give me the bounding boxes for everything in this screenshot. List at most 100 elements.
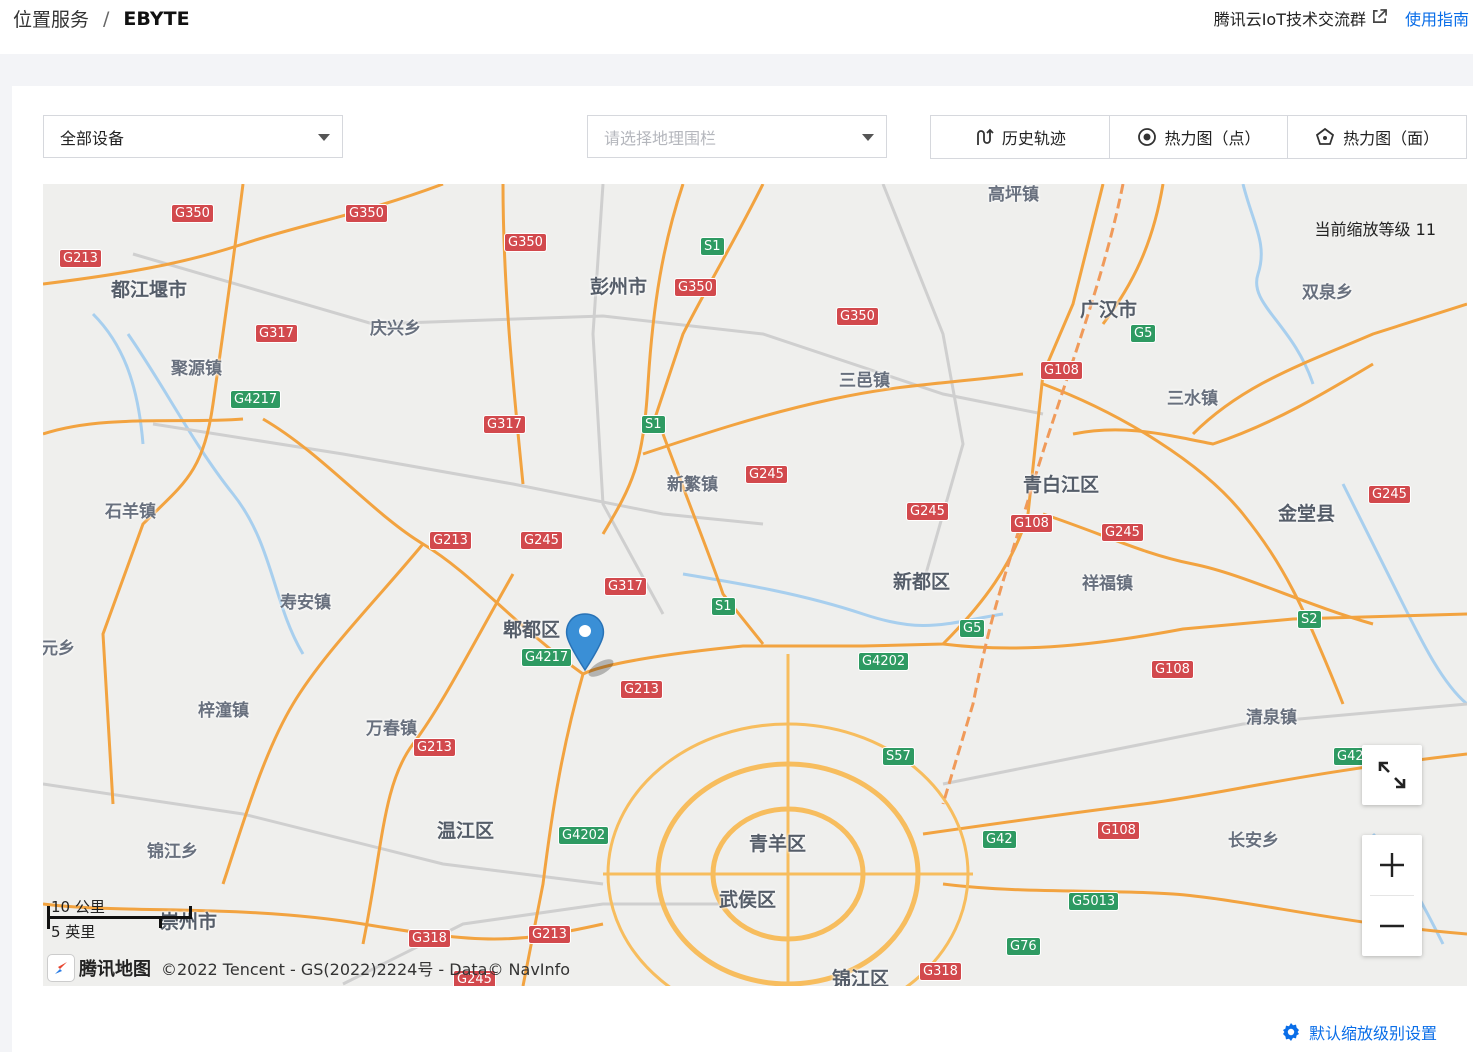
road-shield: G317 xyxy=(604,577,647,596)
map-place-label: 锦江乡 xyxy=(147,842,198,862)
map-place-label: 温江区 xyxy=(437,820,495,842)
road-shield: G245 xyxy=(520,531,563,550)
heatmap-point-button[interactable]: 热力图（点） xyxy=(1110,116,1289,158)
road-shield: G245 xyxy=(745,465,788,484)
road-shield: G245 xyxy=(906,502,949,521)
road-shield: S1 xyxy=(711,597,736,616)
caret-down-icon xyxy=(318,134,330,141)
road-shield: G5 xyxy=(1130,324,1157,343)
road-shield: G5013 xyxy=(1068,892,1120,911)
breadcrumb: 位置服务 / EBYTE xyxy=(13,5,190,32)
road-shield: G245 xyxy=(1101,523,1144,542)
road-shield: G317 xyxy=(483,415,526,434)
road-shield: S1 xyxy=(700,237,725,256)
road-shield: G213 xyxy=(429,531,472,550)
map-place-label: 新繁镇 xyxy=(667,475,718,495)
road-shield: G350 xyxy=(836,307,879,326)
scale-bar-tick xyxy=(159,916,162,928)
map-roads xyxy=(43,184,1467,986)
road-shield: G317 xyxy=(255,324,298,343)
map-place-label: 清泉镇 xyxy=(1246,708,1297,728)
map-place-label: 锦江区 xyxy=(832,968,890,986)
guide-link[interactable]: 使用指南 xyxy=(1405,6,1469,30)
zoom-in-button[interactable] xyxy=(1362,835,1422,895)
scale-km-label: 10 公里 xyxy=(51,898,105,916)
map-place-label: 郫都区 xyxy=(503,619,561,641)
road-shield: G42 xyxy=(982,830,1017,849)
default-zoom-settings-link[interactable]: 默认缩放级别设置 xyxy=(1281,1020,1437,1044)
map-place-label: 金堂县 xyxy=(1278,503,1336,525)
road-shield: G4202 xyxy=(558,826,610,845)
map-place-label: 广汉市 xyxy=(1080,299,1138,321)
view-mode-buttons: 历史轨迹 热力图（点） 热力图（面） xyxy=(930,115,1467,159)
map-place-label: 三水镇 xyxy=(1167,389,1218,409)
zoom-control xyxy=(1362,835,1422,956)
road-shield: G4217 xyxy=(230,390,282,409)
road-shield: G76 xyxy=(1006,937,1041,956)
map-attribution: 腾讯地图 ©2022 Tencent - GS(2022)2224号 - Dat… xyxy=(47,954,570,982)
plus-icon xyxy=(1380,853,1404,877)
road-shield: G350 xyxy=(171,204,214,223)
road-shield: S2 xyxy=(1297,610,1322,629)
geofence-select-placeholder: 请选择地理围栏 xyxy=(604,128,717,148)
road-shield: G213 xyxy=(528,925,571,944)
map-place-label: 青白江区 xyxy=(1023,474,1100,496)
fullscreen-button[interactable] xyxy=(1362,745,1422,805)
map-place-label: 新都区 xyxy=(893,571,951,593)
map-place-label: 元乡 xyxy=(43,639,75,659)
road-shield: G4202 xyxy=(858,652,910,671)
road-shield: G108 xyxy=(1151,660,1194,679)
expand-icon xyxy=(1378,761,1406,789)
map-canvas[interactable]: 高坪镇 都江堰市 彭州市 广汉市 双泉乡 庆兴乡 聚源镇 三邑镇 三水镇 新繁镇 青白江区 石羊镇 金堂… xyxy=(43,184,1467,986)
geofence-select[interactable]: 请选择地理围栏 xyxy=(587,115,887,158)
road-shield: G318 xyxy=(408,929,451,948)
map-place-label: 聚源镇 xyxy=(171,359,222,379)
map-place-label: 长安乡 xyxy=(1228,831,1279,851)
minus-icon xyxy=(1380,924,1404,928)
gear-icon xyxy=(1282,1023,1299,1041)
map-place-label: 祥福镇 xyxy=(1082,574,1133,594)
zoom-out-button[interactable] xyxy=(1362,896,1422,956)
scale-bar-line xyxy=(47,906,192,929)
compass-icon xyxy=(47,954,75,982)
road-shield: G108 xyxy=(1097,821,1140,840)
history-track-label: 历史轨迹 xyxy=(1001,129,1066,148)
community-link[interactable]: 腾讯云IoT技术交流群 xyxy=(1214,6,1366,30)
header-links: 腾讯云IoT技术交流群 使用指南 xyxy=(1214,6,1469,30)
history-track-button[interactable]: 历史轨迹 xyxy=(931,116,1110,158)
road-shield: G108 xyxy=(1010,514,1053,533)
heatmap-area-button[interactable]: 热力图（面） xyxy=(1288,116,1466,158)
breadcrumb-separator: / xyxy=(103,7,110,30)
tencent-map-logo[interactable]: 腾讯地图 xyxy=(47,954,151,982)
device-location-marker[interactable] xyxy=(563,610,623,686)
external-link-icon[interactable] xyxy=(1372,8,1387,28)
logo-text: 腾讯地图 xyxy=(79,959,151,980)
map-place-label: 万春镇 xyxy=(366,719,417,739)
map-place-label: 庆兴乡 xyxy=(370,319,421,339)
target-icon xyxy=(1137,128,1156,146)
road-shield: G5 xyxy=(959,619,986,638)
road-shield: S57 xyxy=(882,747,915,766)
route-icon xyxy=(976,128,994,145)
caret-down-icon xyxy=(862,134,874,141)
map-place-label: 寿安镇 xyxy=(280,593,331,613)
map-place-label: 武侯区 xyxy=(719,889,777,911)
scale-mi-label: 5 英里 xyxy=(51,923,96,941)
device-select[interactable]: 全部设备 xyxy=(43,115,343,158)
map-place-label: 都江堰市 xyxy=(111,279,188,301)
top-bar: 位置服务 / EBYTE 腾讯云IoT技术交流群 使用指南 xyxy=(0,0,1473,54)
road-shield: G213 xyxy=(413,738,456,757)
map-place-label: 彭州市 xyxy=(590,276,648,298)
heatmap-area-label: 热力图（面） xyxy=(1343,129,1440,148)
breadcrumb-root[interactable]: 位置服务 xyxy=(13,5,89,32)
road-shield: G350 xyxy=(345,204,388,223)
default-zoom-settings-label: 默认缩放级别设置 xyxy=(1308,1024,1437,1043)
map-place-label: 梓潼镇 xyxy=(198,701,249,721)
device-select-value: 全部设备 xyxy=(60,128,125,148)
road-shield: G245 xyxy=(1368,485,1411,504)
road-shield: G318 xyxy=(919,962,962,981)
map-place-label: 双泉乡 xyxy=(1302,283,1353,303)
breadcrumb-current: EBYTE xyxy=(123,7,190,30)
map-place-label: 青羊区 xyxy=(749,833,807,855)
road-shield: G108 xyxy=(1040,361,1083,380)
